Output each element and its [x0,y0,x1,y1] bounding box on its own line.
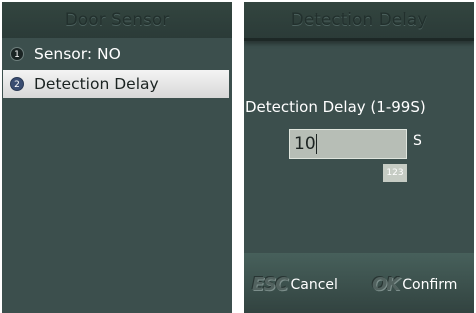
ok-key-icon: OK [372,274,400,295]
menu-item-label: Sensor: NO [34,45,121,63]
menu-item-sensor[interactable]: 1 Sensor: NO [2,39,232,69]
menu-item-label: Detection Delay [34,75,159,93]
screen-title: Door Sensor [2,2,232,38]
confirm-button[interactable]: OK Confirm [372,273,457,297]
input-mode-indicator: 123 [383,164,407,182]
unit-label: S [413,133,422,149]
text-caret [316,134,317,154]
delay-value: 10 [294,134,316,154]
number-1-icon: 1 [10,47,24,61]
esc-key-icon: ESC [252,274,288,295]
number-2-icon: 2 [10,77,24,91]
softkey-bar: ESC Cancel OK Confirm [244,253,474,313]
delay-input[interactable]: 10 [289,129,407,159]
detection-delay-screen: Detection Delay Detection Delay (1-99S) … [244,2,474,313]
menu-item-detection-delay[interactable]: 2 Detection Delay [3,70,229,98]
screen-title: Detection Delay [244,2,474,41]
door-sensor-screen: Door Sensor 1 Sensor: NO 2 Detection Del… [2,2,232,313]
cancel-label: Cancel [290,277,338,293]
field-label: Detection Delay (1-99S) [245,98,426,116]
confirm-label: Confirm [402,277,458,293]
cancel-button[interactable]: ESC Cancel [252,273,338,297]
